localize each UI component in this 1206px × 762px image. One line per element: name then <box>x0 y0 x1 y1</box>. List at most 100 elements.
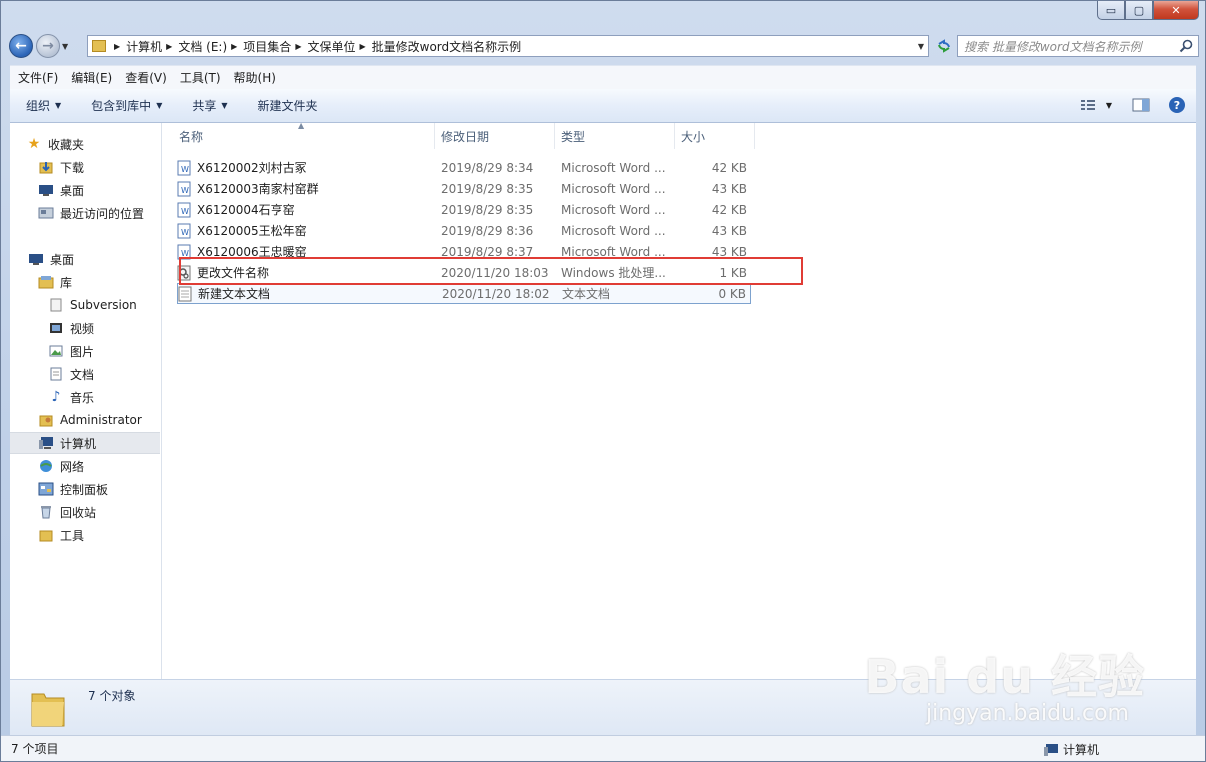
chevron-down-icon: ▼ <box>156 101 163 110</box>
file-row[interactable]: W X6120002刘村古冢 2019/8/29 8:34 Microsoft W… <box>177 157 751 178</box>
breadcrumb-arrow-icon[interactable]: ▶ <box>166 42 172 51</box>
breadcrumb-root-arrow[interactable]: ▶ <box>110 42 126 51</box>
word-doc-icon: W <box>177 160 191 175</box>
status-item-count: 7 个项目 <box>11 742 59 756</box>
desktop-icon <box>28 252 44 266</box>
menu-edit[interactable]: 编辑(E) <box>71 69 112 86</box>
menu-view[interactable]: 查看(V) <box>125 69 167 86</box>
computer-icon <box>1043 743 1058 756</box>
navigation-pane: ★ 收藏夹 下载 桌面 最近访问的位置 桌面 库 Subversion 视频 图… <box>10 123 162 679</box>
address-dropdown[interactable]: ▼ <box>918 42 924 51</box>
view-options-icon[interactable] <box>1080 98 1098 112</box>
arrow-right-icon: → <box>42 38 54 54</box>
column-header-type[interactable]: 类型 <box>555 123 675 149</box>
chevron-down-icon: ▼ <box>55 101 62 110</box>
batch-file-icon <box>177 265 191 280</box>
svg-text:W: W <box>181 228 189 237</box>
folder-icon <box>92 40 106 52</box>
breadcrumb-projects[interactable]: 项目集合 ▶ <box>243 38 307 55</box>
caption-buttons: ▭ ▢ ✕ <box>1097 1 1199 20</box>
nav-desktop[interactable]: 桌面 <box>28 248 178 270</box>
breadcrumb-computer[interactable]: 计算机 ▶ <box>126 38 178 55</box>
svg-text:W: W <box>181 165 189 174</box>
column-header-size[interactable]: 大小 <box>675 123 755 149</box>
file-row[interactable]: W X6120003南家村窑群 2019/8/29 8:35 Microsoft … <box>177 178 751 199</box>
pictures-icon <box>48 344 64 358</box>
search-placeholder: 搜索 批量修改word文档名称示例 <box>964 39 1142 54</box>
minimize-button[interactable]: ▭ <box>1097 1 1125 20</box>
explorer-window: ▭ ▢ ✕ ← → ▼ ▶ 计算机 ▶ 文档 (E:) ▶ 项目集合 ▶ 文保单位 ▶ … <box>0 0 1206 762</box>
column-headers: ▲ 名称 修改日期 类型 大小 <box>163 121 763 149</box>
file-row[interactable]: W X6120005王松年窑 2019/8/29 8:36 Microsoft W… <box>177 220 751 241</box>
search-icon[interactable] <box>1179 39 1193 53</box>
video-icon <box>48 321 64 335</box>
word-doc-icon: W <box>177 202 191 217</box>
music-icon: ♪ <box>51 389 61 405</box>
svg-text:W: W <box>181 249 189 258</box>
svg-text:?: ? <box>1174 99 1180 112</box>
file-row-text[interactable]: 新建文本文档 2020/11/20 18:02 文本文档 0 KB <box>177 283 751 304</box>
subversion-icon <box>48 298 64 312</box>
back-button[interactable]: ← <box>9 34 33 58</box>
file-row-batch[interactable]: 更改文件名称 2020/11/20 18:03 Windows 批处理... 1… <box>177 262 751 283</box>
svg-text:W: W <box>181 186 189 195</box>
object-count: 7 个对象 <box>88 689 136 703</box>
word-doc-icon: W <box>177 181 191 196</box>
baidu-watermark-url: jingyan.baidu.com <box>925 701 1129 726</box>
nav-computer[interactable]: 计算机 <box>10 432 160 454</box>
nav-favorites[interactable]: ★ 收藏夹 <box>26 133 176 155</box>
arrow-left-icon: ← <box>15 38 27 54</box>
breadcrumb-arrow-icon[interactable]: ▶ <box>359 42 365 51</box>
organize-button[interactable]: 组织 ▼ <box>26 97 61 114</box>
folder-icon <box>31 693 65 727</box>
status-bar: 7 个项目 计算机 <box>1 735 1205 761</box>
preview-pane-icon[interactable] <box>1132 98 1150 112</box>
column-header-name[interactable]: 名称 <box>173 123 435 149</box>
search-input[interactable]: 搜索 批量修改word文档名称示例 <box>957 35 1199 57</box>
command-bar: 组织 ▼ 包含到库中 ▼ 共享 ▼ 新建文件夹 ▼ ? <box>10 89 1196 123</box>
downloads-folder-icon <box>38 160 54 174</box>
menu-help[interactable]: 帮助(H) <box>234 69 276 86</box>
recent-places-icon <box>38 206 54 220</box>
file-row[interactable]: W X6120006王忠暖窑 2019/8/29 8:37 Microsoft W… <box>177 241 751 262</box>
maximize-button[interactable]: ▢ <box>1125 1 1153 20</box>
address-bar[interactable]: ▶ 计算机 ▶ 文档 (E:) ▶ 项目集合 ▶ 文保单位 ▶ 批量修改word文档名称… <box>87 35 929 57</box>
computer-icon <box>38 436 54 450</box>
recent-pages-dropdown[interactable]: ▼ <box>62 42 74 51</box>
content-area: ★ 收藏夹 下载 桌面 最近访问的位置 桌面 库 Subversion 视频 图… <box>10 121 1196 679</box>
column-header-date[interactable]: 修改日期 <box>435 123 555 149</box>
share-button[interactable]: 共享 ▼ <box>192 97 227 114</box>
user-folder-icon <box>38 413 54 427</box>
recycle-bin-icon <box>38 505 54 519</box>
help-icon[interactable]: ? <box>1168 96 1186 114</box>
star-icon: ★ <box>27 136 41 152</box>
document-icon <box>48 367 64 381</box>
file-row[interactable]: W X6120004石亨窑 2019/8/29 8:35 Microsoft Wo… <box>177 199 751 220</box>
forward-button[interactable]: → <box>36 34 60 58</box>
view-dropdown-icon[interactable]: ▼ <box>1106 101 1112 110</box>
view-controls: ▼ ? <box>1066 96 1186 114</box>
library-icon <box>38 275 54 289</box>
svg-text:W: W <box>181 207 189 216</box>
close-button[interactable]: ✕ <box>1153 1 1199 20</box>
control-panel-icon <box>38 482 54 496</box>
desktop-icon <box>38 183 54 197</box>
menu-file[interactable]: 文件(F) <box>18 69 58 86</box>
breadcrumb-drive-e[interactable]: 文档 (E:) ▶ <box>178 38 243 55</box>
menu-tools[interactable]: 工具(T) <box>180 69 221 86</box>
new-folder-button[interactable]: 新建文件夹 <box>258 97 318 114</box>
chevron-down-icon: ▼ <box>221 101 228 110</box>
breadcrumb-heritage[interactable]: 文保单位 ▶ <box>307 38 371 55</box>
text-file-icon <box>178 286 192 301</box>
menu-bar: 文件(F) 编辑(E) 查看(V) 工具(T) 帮助(H) <box>10 65 1196 89</box>
file-list: ▲ 名称 修改日期 类型 大小 W X6120002刘村古冢 2019/8/29 … <box>163 121 1196 679</box>
status-location: 计算机 <box>1043 741 1099 758</box>
word-doc-icon: W <box>177 244 191 259</box>
breadcrumb-arrow-icon[interactable]: ▶ <box>295 42 301 51</box>
baidu-watermark: Bai du 经验 <box>864 650 1145 704</box>
address-row: ← → ▼ ▶ 计算机 ▶ 文档 (E:) ▶ 项目集合 ▶ 文保单位 ▶ 批量修改wo… <box>9 33 1199 59</box>
refresh-button[interactable] <box>933 35 955 57</box>
breadcrumb-arrow-icon[interactable]: ▶ <box>231 42 237 51</box>
include-in-library-button[interactable]: 包含到库中 ▼ <box>91 97 162 114</box>
breadcrumb-current-folder[interactable]: 批量修改word文档名称示例 <box>372 38 522 55</box>
